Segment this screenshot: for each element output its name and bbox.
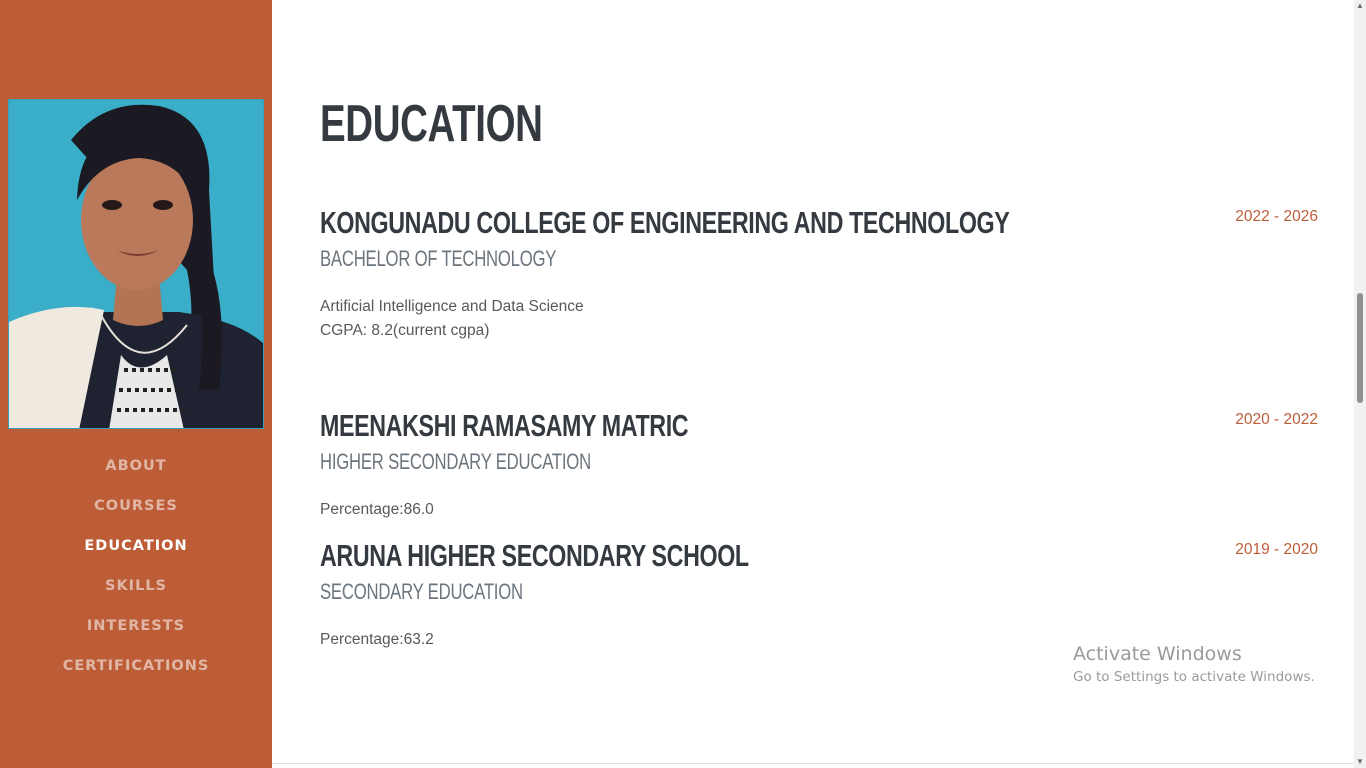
- profile-photo-image: [9, 100, 263, 428]
- entry-degree: SECONDARY EDUCATION: [320, 579, 523, 604]
- profile-photo: [8, 99, 264, 429]
- entry-detail: CGPA: 8.2(current cgpa): [320, 322, 490, 339]
- nav-item-skills: Skills: [0, 566, 272, 606]
- scrollbar-thumb[interactable]: [1357, 293, 1363, 403]
- nav-item-certifications: Certifications: [0, 646, 272, 686]
- nav-item-about: About: [0, 446, 272, 486]
- entry-detail: Artificial Intelligence and Data Science: [320, 298, 584, 315]
- entry-degree: BACHELOR OF TECHNOLOGY: [320, 246, 557, 271]
- nav-link-courses[interactable]: Courses: [94, 498, 178, 514]
- scroll-up-arrow-icon[interactable]: ▲: [1354, 0, 1366, 12]
- watermark-title: Activate Windows: [1073, 643, 1242, 665]
- entry-dates: 2022 - 2026: [1235, 208, 1318, 225]
- entry-detail: Percentage:86.0: [320, 501, 434, 518]
- watermark-subtitle: Go to Settings to activate Windows.: [1073, 669, 1315, 685]
- entry-institution: MEENAKSHI RAMASAMY MATRIC: [320, 408, 689, 443]
- entry-institution: KONGUNADU COLLEGE OF ENGINEERING AND TEC…: [320, 205, 1010, 240]
- entry-degree: HIGHER SECONDARY EDUCATION: [320, 449, 591, 474]
- education-entry: ARUNA HIGHER SECONDARY SCHOOL SECONDARY …: [320, 538, 1318, 652]
- education-entry: KONGUNADU COLLEGE OF ENGINEERING AND TEC…: [320, 205, 1318, 343]
- nav-item-interests: Interests: [0, 606, 272, 646]
- entry-institution: ARUNA HIGHER SECONDARY SCHOOL: [320, 538, 749, 573]
- entry-dates: 2019 - 2020: [1235, 541, 1318, 558]
- section-title: EDUCATION: [320, 95, 543, 153]
- nav-link-certifications[interactable]: Certifications: [63, 658, 210, 674]
- sidebar-nav: About Courses Education Skills Interests…: [0, 446, 272, 686]
- page: About Courses Education Skills Interests…: [0, 0, 1366, 768]
- education-entry: MEENAKSHI RAMASAMY MATRIC HIGHER SECONDA…: [320, 408, 1318, 522]
- nav-link-skills[interactable]: Skills: [105, 578, 167, 594]
- scroll-down-arrow-icon[interactable]: ▼: [1354, 756, 1366, 768]
- nav-link-education[interactable]: Education: [84, 538, 187, 554]
- entry-dates: 2020 - 2022: [1235, 411, 1318, 428]
- nav-item-courses: Courses: [0, 486, 272, 526]
- nav-item-education: Education: [0, 526, 272, 566]
- nav-link-about[interactable]: About: [105, 458, 166, 474]
- windows-activation-watermark: Activate Windows Go to Settings to activ…: [1073, 642, 1315, 688]
- nav-link-interests[interactable]: Interests: [87, 618, 185, 634]
- sidebar: About Courses Education Skills Interests…: [0, 0, 272, 768]
- vertical-scrollbar[interactable]: ▲ ▼: [1354, 0, 1366, 768]
- section-divider: [272, 763, 1354, 764]
